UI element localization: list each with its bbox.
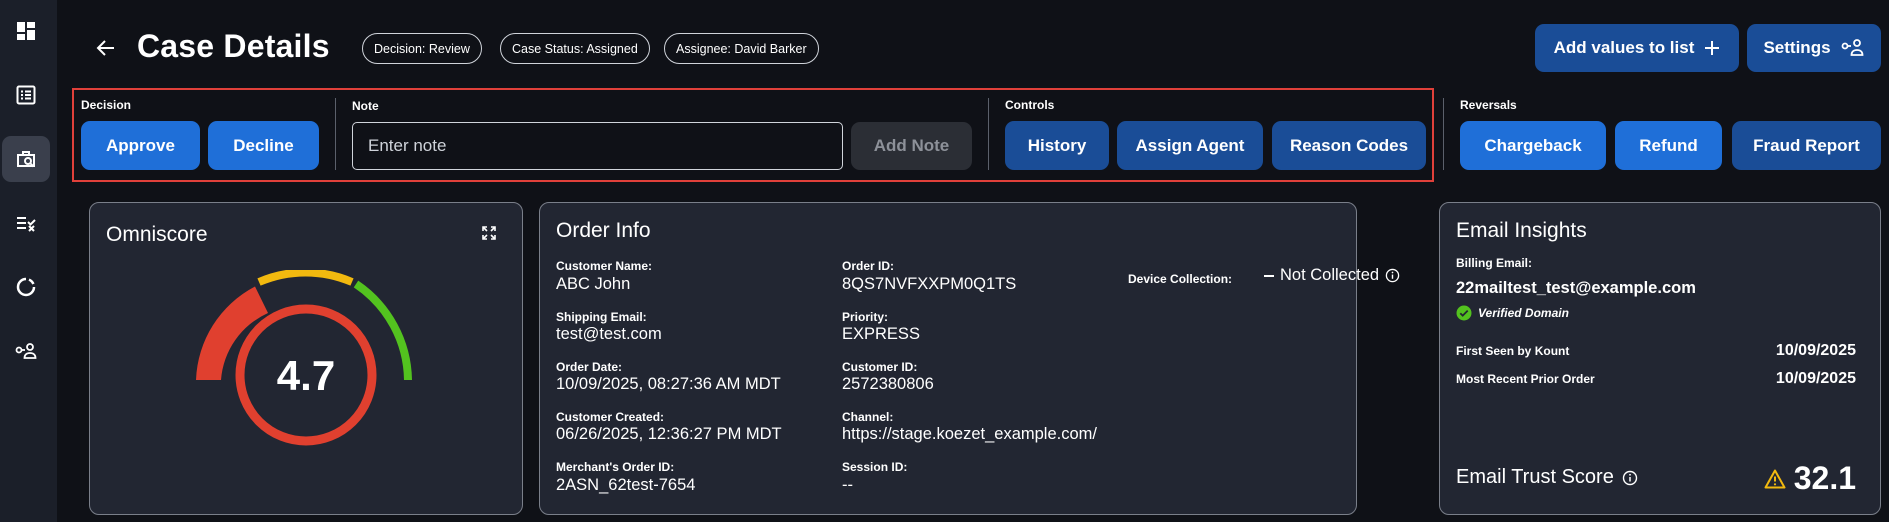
priority-value: EXPRESS [842,325,920,343]
divider [988,98,989,170]
omniscore-title: Omniscore [106,223,208,246]
expand-button[interactable] [482,226,496,245]
merchant-order-id-label: Merchant's Order ID: [556,460,675,474]
assign-agent-button[interactable]: Assign Agent [1117,121,1263,170]
first-seen-value: 10/09/2025 [1775,342,1856,359]
email-trust-score-value-group: 32.1 [1764,460,1856,497]
expand-icon [482,226,496,240]
sidebar [0,0,57,522]
reason-codes-button[interactable]: Reason Codes [1272,121,1426,170]
order-id-value: 8QS7NVFXXPM0Q1TS [842,275,1017,293]
device-collection-label: Device Collection: [1128,272,1233,286]
customer-name-label: Customer Name: [556,259,653,273]
gauge-yellow-segment [257,270,354,286]
settings-button[interactable]: Settings [1747,24,1881,72]
sidebar-item-rules[interactable] [2,200,50,246]
refund-button[interactable]: Refund [1615,121,1722,170]
sidebar-item-dashboard[interactable] [2,8,50,54]
channel-value: https://stage.koezet_example.com/ [842,425,1097,443]
order-date-value: 10/09/2025, 08:27:36 AM MDT [556,375,781,393]
info-icon[interactable] [1622,470,1638,486]
fraud-report-button[interactable]: Fraud Report [1732,121,1881,170]
warning-icon [1764,469,1786,488]
list-icon [16,85,36,105]
decline-button[interactable]: Decline [208,121,319,170]
app-root: Case Details Decision: Review Case Statu… [0,0,1889,522]
recent-order-label: Most Recent Prior Order [1456,372,1595,386]
customer-id-value: 2572380806 [842,375,934,393]
session-id-value: -- [842,476,853,494]
case-search-icon [17,151,35,168]
channel-label: Channel: [842,410,894,424]
sidebar-item-user-key[interactable] [2,328,50,374]
dashboard-icon [17,22,35,40]
email-trust-score-row: Email Trust Score [1456,466,1638,489]
plus-icon [1705,41,1720,55]
back-button[interactable] [92,34,120,62]
back-arrow-icon [96,40,114,56]
priority-label: Priority: [842,310,889,324]
decision-status-pill: Decision: Review [362,33,482,64]
add-values-button[interactable]: Add values to list [1535,24,1739,72]
omniscore-value: 4.7 [276,352,336,399]
customer-id-label: Customer ID: [842,360,918,374]
verified-check-icon [1456,305,1472,321]
decision-group-label: Decision [81,98,132,112]
approve-button[interactable]: Approve [81,121,200,170]
user-key-icon [1841,39,1863,56]
sidebar-item-list[interactable] [2,72,50,118]
recent-order-value: 10/09/2025 [1775,370,1856,387]
controls-group-label: Controls [1005,98,1055,112]
loading-icon [16,277,36,297]
first-seen-label: First Seen by Kount [1456,344,1570,358]
divider [335,98,336,170]
rules-icon [17,217,36,232]
shipping-email-label: Shipping Email: [556,310,647,324]
email-insights-title: Email Insights [1456,219,1587,242]
shipping-email-value: test@test.com [556,325,662,343]
billing-email-label: Billing Email: [1456,256,1533,270]
reversals-group-label: Reversals [1460,98,1517,112]
verified-domain-label: Verified Domain [1478,306,1569,320]
customer-created-label: Customer Created: [556,410,665,424]
divider [1443,98,1444,170]
customer-name-value: ABC John [556,275,631,293]
session-id-label: Session ID: [842,460,908,474]
add-note-button[interactable]: Add Note [851,122,972,170]
email-trust-score-label: Email Trust Score [1456,466,1614,488]
verified-domain-badge: Verified Domain [1456,305,1569,321]
assignee-pill: Assignee: David Barker [664,33,819,64]
chargeback-button[interactable]: Chargeback [1460,121,1606,170]
user-key-icon [15,343,37,359]
order-date-label: Order Date: [556,360,623,374]
merchant-order-id-value: 2ASN_62test-7654 [556,476,696,494]
order-id-label: Order ID: [842,259,895,273]
info-icon[interactable] [1385,268,1400,283]
device-collection-value: Not Collected [1280,266,1380,284]
sidebar-item-case-search[interactable] [2,136,50,182]
dash-icon [1264,274,1274,277]
history-button[interactable]: History [1005,121,1109,170]
note-group-label: Note [352,99,379,113]
email-trust-score-value: 32.1 [1793,460,1856,496]
settings-label: Settings [1763,38,1831,57]
sidebar-item-loading[interactable] [2,264,50,310]
customer-created-value: 06/26/2025, 12:36:27 PM MDT [556,425,782,443]
order-info-title: Order Info [556,219,651,242]
note-input[interactable] [352,122,843,170]
device-collection-status: Not Collected [1264,266,1400,285]
billing-email-value: 22mailtest_test@example.com [1456,279,1696,297]
page-title: Case Details [137,28,330,64]
case-status-pill: Case Status: Assigned [500,33,650,64]
add-values-label: Add values to list [1553,38,1695,57]
